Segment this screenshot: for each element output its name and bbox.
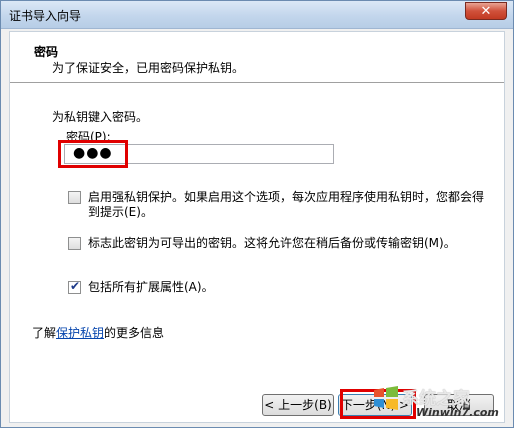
password-prompt: 为私钥键入密码。 — [52, 110, 149, 124]
back-button[interactable]: < 上一步(B) — [262, 394, 334, 416]
header-divider — [10, 82, 504, 83]
page-subtitle: 为了保证安全，已用密码保护私钥。 — [52, 61, 245, 75]
wizard-page: 密码 为了保证安全，已用密码保护私钥。 为私钥键入密码。 密码(P): ●●● … — [9, 31, 505, 423]
strong-protection-label: 启用强私钥保护。如果启用这个选项，每次应用程序使用私钥时，您都会得到提示(E)。 — [88, 190, 485, 219]
title-bar: 证书导入向导 ✕ — [1, 1, 513, 29]
page-title: 密码 — [34, 45, 59, 59]
watermark-url: Winwin7.com — [416, 406, 499, 419]
watermark: 系统之家 Winwin7.com — [356, 382, 506, 426]
more-info-suffix: 的更多信息 — [104, 326, 165, 340]
strong-protection-checkbox[interactable] — [68, 191, 81, 204]
password-highlight — [58, 140, 128, 168]
extended-properties-label: 包括所有扩展属性(A)。 — [88, 280, 214, 294]
window-title: 证书导入向导 — [9, 9, 82, 23]
more-info-prefix: 了解 — [32, 326, 57, 340]
protect-private-key-link[interactable]: 保护私钥 — [56, 326, 104, 340]
more-info: 了解保护私钥的更多信息 — [32, 324, 164, 341]
windows-logo-icon — [374, 386, 398, 410]
close-button[interactable]: ✕ — [465, 2, 507, 20]
extended-properties-checkbox[interactable]: ✔ — [68, 279, 81, 294]
page-header: 密码 为了保证安全，已用密码保护私钥。 — [10, 32, 504, 82]
checkmark-icon: ✔ — [70, 279, 81, 293]
wizard-window: 证书导入向导 ✕ 密码 为了保证安全，已用密码保护私钥。 为私钥键入密码。 密码… — [0, 0, 514, 428]
exportable-checkbox[interactable] — [68, 237, 81, 250]
exportable-label: 标志此密钥为可导出的密钥。这将允许您在稍后备份或传输密钥(M)。 — [88, 236, 456, 250]
